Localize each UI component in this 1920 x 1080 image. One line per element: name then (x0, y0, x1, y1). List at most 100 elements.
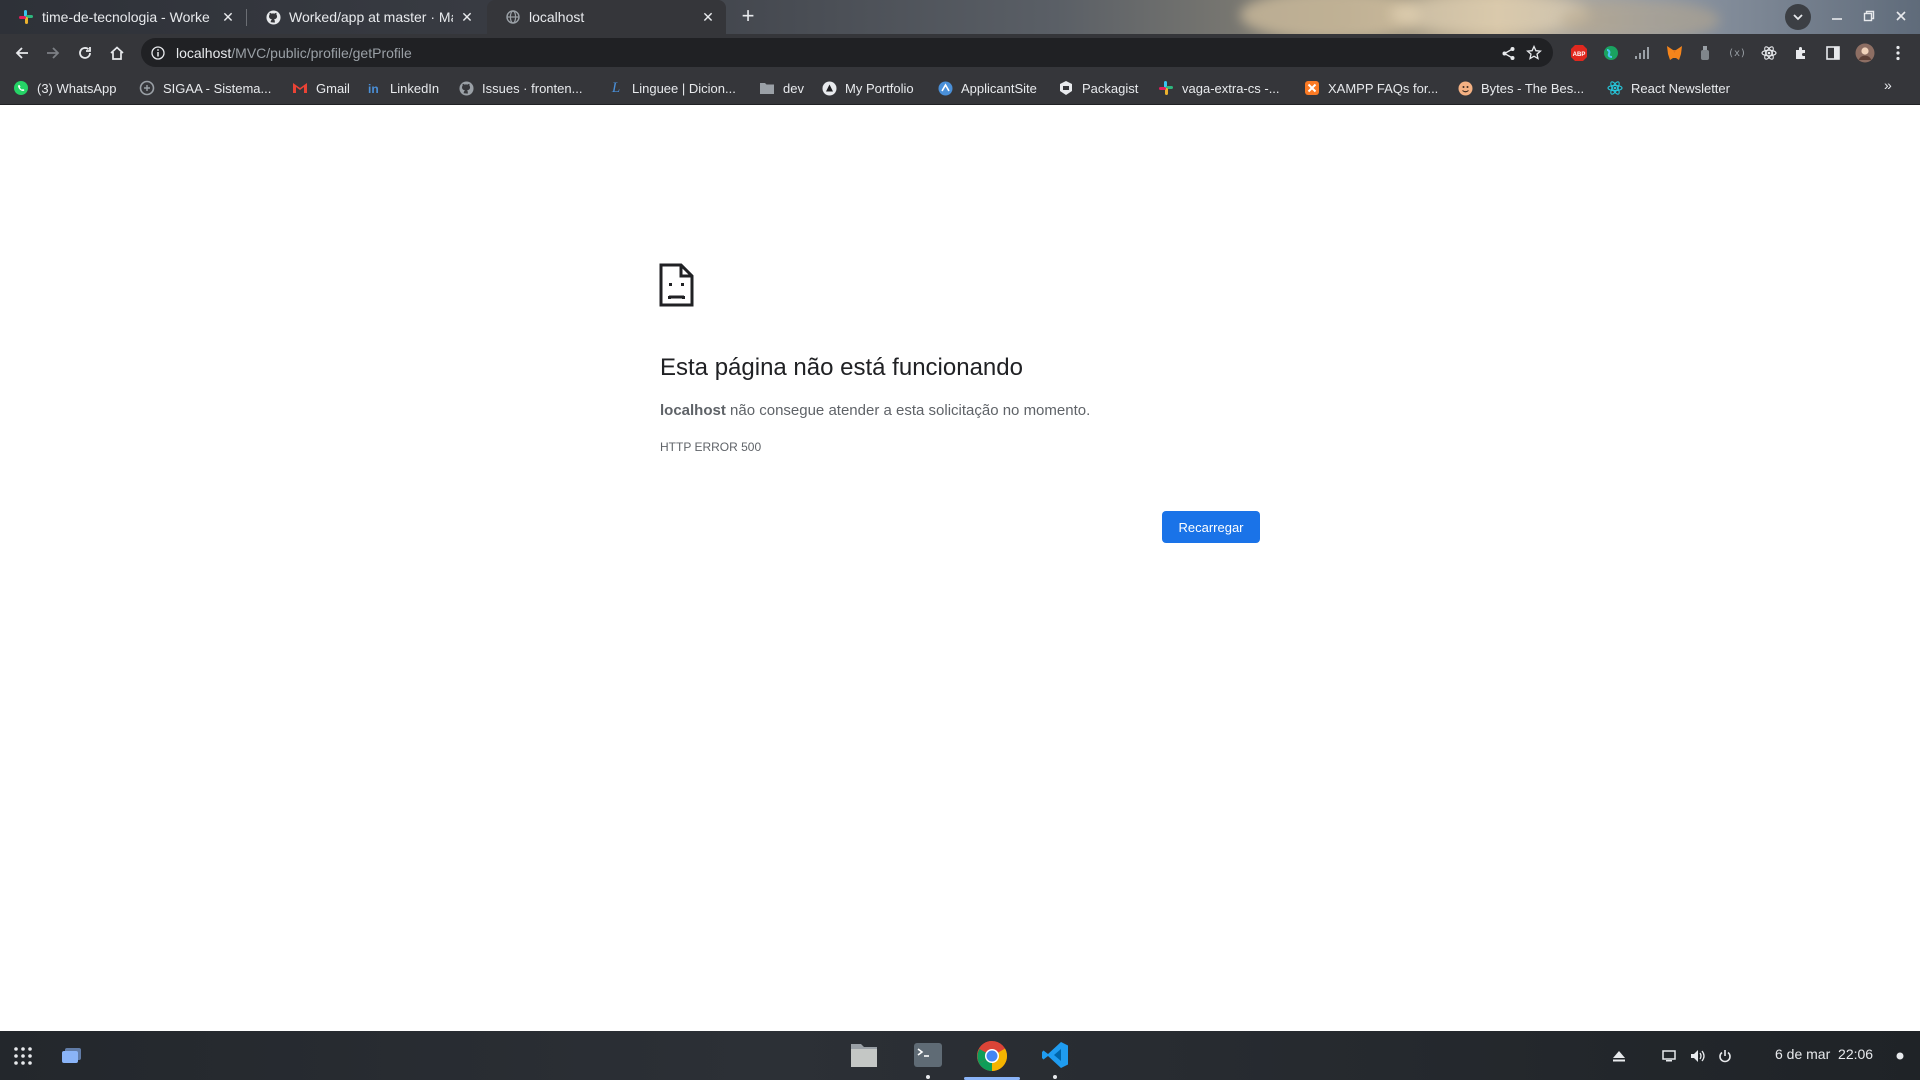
reload-button[interactable] (72, 40, 98, 66)
bookmark-label: Bytes - The Bes... (1481, 80, 1585, 96)
address-bar[interactable]: localhost/MVC/public/profile/getProfile (141, 38, 1553, 67)
app-grid-icon (14, 1047, 32, 1065)
menu-kebab-icon[interactable] (1888, 43, 1908, 63)
tab-time-de-tecnologia[interactable]: time-de-tecnologia - Worke ✕ (0, 0, 246, 34)
minimize-button[interactable] (1826, 5, 1848, 27)
url-host: localhost (176, 44, 232, 61)
svg-text:in: in (368, 82, 379, 95)
share-icon[interactable] (1498, 43, 1518, 63)
files-icon (851, 1044, 877, 1067)
running-indicator (926, 1075, 930, 1079)
tab-title: localhost (529, 9, 585, 25)
files-app[interactable] (849, 1040, 879, 1070)
code-extension-icon[interactable]: (x) (1727, 43, 1747, 63)
star-icon[interactable] (1524, 43, 1544, 63)
error-code: HTTP ERROR 500 (660, 440, 762, 454)
side-panel-icon[interactable] (1823, 43, 1843, 63)
vscode-app[interactable] (1040, 1040, 1070, 1070)
close-tab-icon[interactable]: ✕ (220, 9, 236, 25)
bookmark-label: Packagist (1082, 80, 1139, 96)
volume-status[interactable] (1688, 1047, 1706, 1065)
bookmark-applicantsite[interactable]: ApplicantSite (937, 78, 1037, 98)
bookmark-sigaa[interactable]: SIGAA - Sistema... (139, 78, 271, 98)
forward-button[interactable] (40, 40, 66, 66)
bookmark-label: ApplicantSite (961, 80, 1037, 96)
error-host: localhost (660, 402, 726, 419)
eject-button[interactable] (1610, 1047, 1628, 1065)
bookmark-label: Linguee | Dicion... (632, 80, 736, 96)
dot-icon (1896, 1052, 1904, 1060)
status-clock[interactable]: 6 de mar 22:06 (1775, 1046, 1873, 1062)
restore-button[interactable] (1858, 5, 1880, 27)
tab-search-button[interactable] (1785, 4, 1811, 30)
bookmark-react-newsletter[interactable]: React Newsletter (1607, 78, 1730, 98)
bookmark-vaga-extra-cs[interactable]: vaga-extra-cs -... (1158, 78, 1280, 98)
tab-title: Worked/app at master · Ma (289, 9, 453, 25)
launcher-button[interactable] (12, 1045, 34, 1067)
restore-icon (1863, 10, 1875, 22)
bookmark-packagist[interactable]: Packagist (1058, 78, 1138, 98)
close-tab-icon[interactable]: ✕ (700, 9, 716, 25)
react-devtools-icon[interactable] (1759, 43, 1779, 63)
eject-icon (1613, 1051, 1625, 1062)
close-tab-icon[interactable]: ✕ (459, 9, 475, 25)
error-description: localhost não consegue atender a esta so… (660, 402, 1090, 419)
xampp-icon (1304, 80, 1320, 96)
bookmarks-overflow-button[interactable]: » (1884, 77, 1892, 93)
os-shelf (0, 1031, 1920, 1080)
new-tab-button[interactable]: + (736, 5, 760, 29)
home-button[interactable] (104, 40, 130, 66)
home-icon (110, 46, 124, 60)
clock-date: 6 de mar (1775, 1046, 1831, 1062)
info-icon[interactable] (150, 45, 166, 61)
close-window-button[interactable] (1890, 5, 1912, 27)
bookmark-xampp[interactable]: XAMPP FAQs for... (1304, 78, 1438, 98)
whatsapp-icon (13, 80, 29, 96)
bookmark-gmail[interactable]: Gmail (292, 78, 350, 98)
bookmark-label: dev (783, 80, 804, 96)
power-status[interactable] (1716, 1047, 1734, 1065)
extension-bottle-icon[interactable] (1695, 43, 1715, 63)
monitor-icon (1662, 1050, 1676, 1062)
bookmark-folder-dev[interactable]: dev (759, 78, 804, 98)
portfolio-icon (821, 80, 837, 96)
puzzle-icon[interactable] (1791, 43, 1811, 63)
bookmark-linguee[interactable]: L Linguee | Dicion... (608, 78, 736, 98)
terminal-app[interactable] (913, 1040, 943, 1070)
screen-cast-status[interactable] (1660, 1047, 1678, 1065)
tab-localhost[interactable]: localhost ✕ (487, 0, 726, 34)
globe-icon (505, 9, 521, 25)
avatar[interactable] (1855, 43, 1875, 63)
gmail-icon (292, 80, 308, 96)
metamask-icon[interactable] (1664, 43, 1684, 63)
clock-time: 22:06 (1838, 1046, 1874, 1062)
back-button[interactable] (9, 40, 35, 66)
chevron-down-icon (1793, 14, 1803, 21)
notification-dot[interactable] (1895, 1051, 1905, 1061)
bookmark-whatsapp[interactable]: (3) WhatsApp (13, 78, 116, 98)
windows-overview-icon (62, 1048, 81, 1063)
bookmark-label: SIGAA - Sistema... (163, 80, 272, 96)
chrome-app[interactable] (976, 1040, 1008, 1072)
tab-strip: time-de-tecnologia - Worke ✕ Worked/app … (0, 0, 1920, 34)
tab-worked-app[interactable]: Worked/app at master · Ma ✕ (247, 0, 485, 34)
bookmark-my-portfolio[interactable]: My Portfolio (821, 78, 914, 98)
globe-extension-icon[interactable] (1601, 43, 1621, 63)
linguee-icon: L (611, 79, 621, 96)
bookmark-label: My Portfolio (845, 80, 914, 96)
bookmark-linkedin[interactable]: in LinkedIn (366, 78, 439, 98)
github-icon (458, 80, 474, 96)
bookmark-label: Issues · fronten... (482, 80, 583, 96)
reload-page-button[interactable]: Recarregar (1162, 511, 1260, 543)
sad-document-icon (659, 263, 694, 307)
power-icon (1719, 1050, 1731, 1063)
bookmark-bytes[interactable]: Bytes - The Bes... (1457, 78, 1584, 98)
network-meter-icon[interactable] (1632, 43, 1652, 63)
adblock-plus-icon[interactable]: ABP (1569, 43, 1589, 63)
folder-icon (759, 80, 775, 96)
bookmark-label: Gmail (316, 80, 350, 96)
error-title: Esta página não está funcionando (660, 354, 1023, 381)
svg-text:ABP: ABP (1573, 52, 1586, 58)
bookmark-issues[interactable]: Issues · fronten... (458, 78, 582, 98)
overview-button[interactable] (60, 1045, 84, 1067)
